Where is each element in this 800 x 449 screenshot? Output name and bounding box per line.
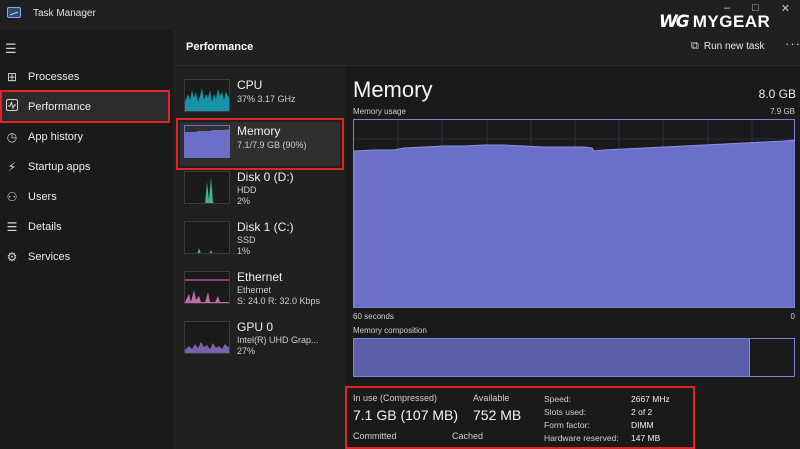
form-factor-label: Form factor:: [544, 420, 590, 430]
memory-usage-max: 7.9 GB: [770, 107, 795, 116]
device-type: Intel(R) UHD Grap...: [237, 335, 319, 345]
hardware-reserved-label: Hardware reserved:: [544, 433, 619, 443]
usage-graph-svg: [354, 120, 794, 307]
users-icon: ⚇: [6, 190, 18, 204]
watermark-logo: WG MYGEAR: [659, 12, 770, 32]
device-disk-1[interactable]: Disk 1 (C:) SSD 1%: [180, 218, 340, 262]
memory-composition-label: Memory composition: [353, 326, 427, 335]
hardware-reserved-value: 147 MB: [631, 433, 661, 443]
device-type: SSD: [237, 235, 256, 245]
window-title: Task Manager: [33, 8, 96, 19]
ethernet-thumbnail-graph: [184, 271, 230, 304]
speed-value: 2667 MHz: [631, 394, 670, 404]
axis-left-label: 60 seconds: [353, 312, 394, 321]
main-panel: Performance ⧉ Run new task ··· CPU 37% 3…: [173, 30, 800, 449]
run-new-task-label: Run new task: [703, 41, 765, 52]
close-icon[interactable]: ✕: [781, 2, 790, 15]
axis-right-label: 0: [790, 312, 795, 321]
sidebar-item-details[interactable]: ☰ Details: [0, 212, 170, 242]
sidebar-item-label: Users: [28, 191, 57, 203]
cpu-thumbnail-graph: [184, 79, 230, 112]
device-ethernet[interactable]: Ethernet Ethernet S: 24.0 R: 32.0 Kbps: [180, 268, 340, 312]
performance-icon: [5, 99, 19, 114]
form-factor-value: DIMM: [631, 420, 654, 430]
history-icon: ◷: [6, 130, 18, 144]
device-type: Ethernet: [237, 285, 272, 295]
available-value: 752 MB: [473, 407, 522, 423]
speed-label: Speed:: [544, 394, 571, 404]
available-label: Available: [473, 393, 510, 403]
title-bar: Task Manager – □ ✕ WG MYGEAR: [0, 0, 800, 32]
device-cpu[interactable]: CPU 37% 3.17 GHz: [180, 76, 340, 120]
sidebar-item-app-history[interactable]: ◷ App history: [0, 122, 170, 152]
details-icon: ☰: [6, 220, 18, 234]
brand-mark: WG: [659, 12, 690, 32]
device-stat: 1%: [237, 246, 251, 256]
device-stat: S: 24.0 R: 32.0 Kbps: [237, 296, 321, 306]
memory-thumbnail-graph: [184, 125, 230, 158]
sidebar-item-startup-apps[interactable]: ⚡ Startup apps: [0, 152, 170, 182]
page-title: Performance: [186, 41, 254, 53]
in-use-label: In use (Compressed): [353, 393, 438, 403]
device-type: HDD: [237, 185, 257, 195]
memory-detail-panel: Memory 8.0 GB Memory usage 7.9 GB 60 sec…: [345, 66, 800, 449]
device-gpu-0[interactable]: GPU 0 Intel(R) UHD Grap... 27%: [180, 318, 340, 362]
slots-used-label: Slots used:: [544, 407, 587, 417]
sidebar-item-label: Processes: [28, 71, 80, 83]
device-name: Ethernet: [237, 270, 283, 284]
memory-total: 8.0 GB: [758, 87, 796, 101]
memory-composition-bar: [353, 338, 795, 377]
sidebar-item-processes[interactable]: ⊞ Processes: [0, 62, 170, 92]
sidebar-item-label: Startup apps: [28, 161, 91, 173]
device-disk-0[interactable]: Disk 0 (D:) HDD 2%: [180, 168, 340, 212]
device-name: Disk 1 (C:): [237, 220, 294, 234]
sidebar-item-services[interactable]: ⚙ Services: [0, 242, 170, 272]
in-use-value: 7.1 GB (107 MB): [353, 407, 459, 423]
sidebar-item-label: App history: [28, 131, 84, 143]
slots-used-value: 2 of 2: [631, 407, 653, 417]
committed-label: Committed: [353, 431, 397, 441]
more-options-button[interactable]: ···: [785, 36, 800, 51]
cached-label: Cached: [452, 431, 484, 441]
device-memory[interactable]: Memory 7.1/7.9 GB (90%): [176, 118, 344, 170]
device-stat: 37% 3.17 GHz: [237, 94, 296, 104]
sidebar-item-label: Services: [28, 251, 71, 263]
gpu-thumbnail-graph: [184, 321, 230, 354]
device-stat: 7.1/7.9 GB (90%): [237, 140, 307, 150]
sidebar-item-users[interactable]: ⚇ Users: [0, 182, 170, 212]
detail-title: Memory: [353, 77, 433, 102]
memory-usage-graph: [353, 119, 795, 308]
task-manager-icon: [7, 7, 21, 18]
run-new-task-button[interactable]: ⧉ Run new task: [691, 40, 764, 53]
startup-icon: ⚡: [7, 160, 17, 174]
memory-stats-box: In use (Compressed) 7.1 GB (107 MB) Avai…: [345, 386, 695, 449]
sidebar-item-label: Details: [28, 221, 62, 233]
run-task-icon: ⧉: [691, 40, 699, 52]
sidebar-item-label: Performance: [28, 100, 91, 113]
device-name: GPU 0: [237, 320, 274, 334]
device-name: CPU: [237, 78, 263, 92]
usage-area: [354, 139, 794, 307]
memory-usage-label: Memory usage: [353, 107, 406, 116]
device-stat: 27%: [237, 346, 256, 356]
disk-1-thumbnail-graph: [184, 221, 230, 254]
sidebar-item-performance[interactable]: Performance: [0, 90, 170, 123]
composition-in-use: [354, 339, 750, 376]
services-icon: ⚙: [6, 250, 18, 264]
hamburger-menu-icon[interactable]: ☰: [5, 41, 17, 57]
grid-icon: ⊞: [6, 70, 18, 84]
disk-0-thumbnail-graph: [184, 171, 230, 204]
device-stat: 2%: [237, 196, 251, 206]
brand-name: MYGEAR: [692, 12, 771, 31]
device-name: Disk 0 (D:): [237, 170, 294, 184]
sidebar: ☰ ⊞ Processes Performance ◷ App history …: [0, 30, 173, 449]
device-name: Memory: [237, 124, 281, 138]
